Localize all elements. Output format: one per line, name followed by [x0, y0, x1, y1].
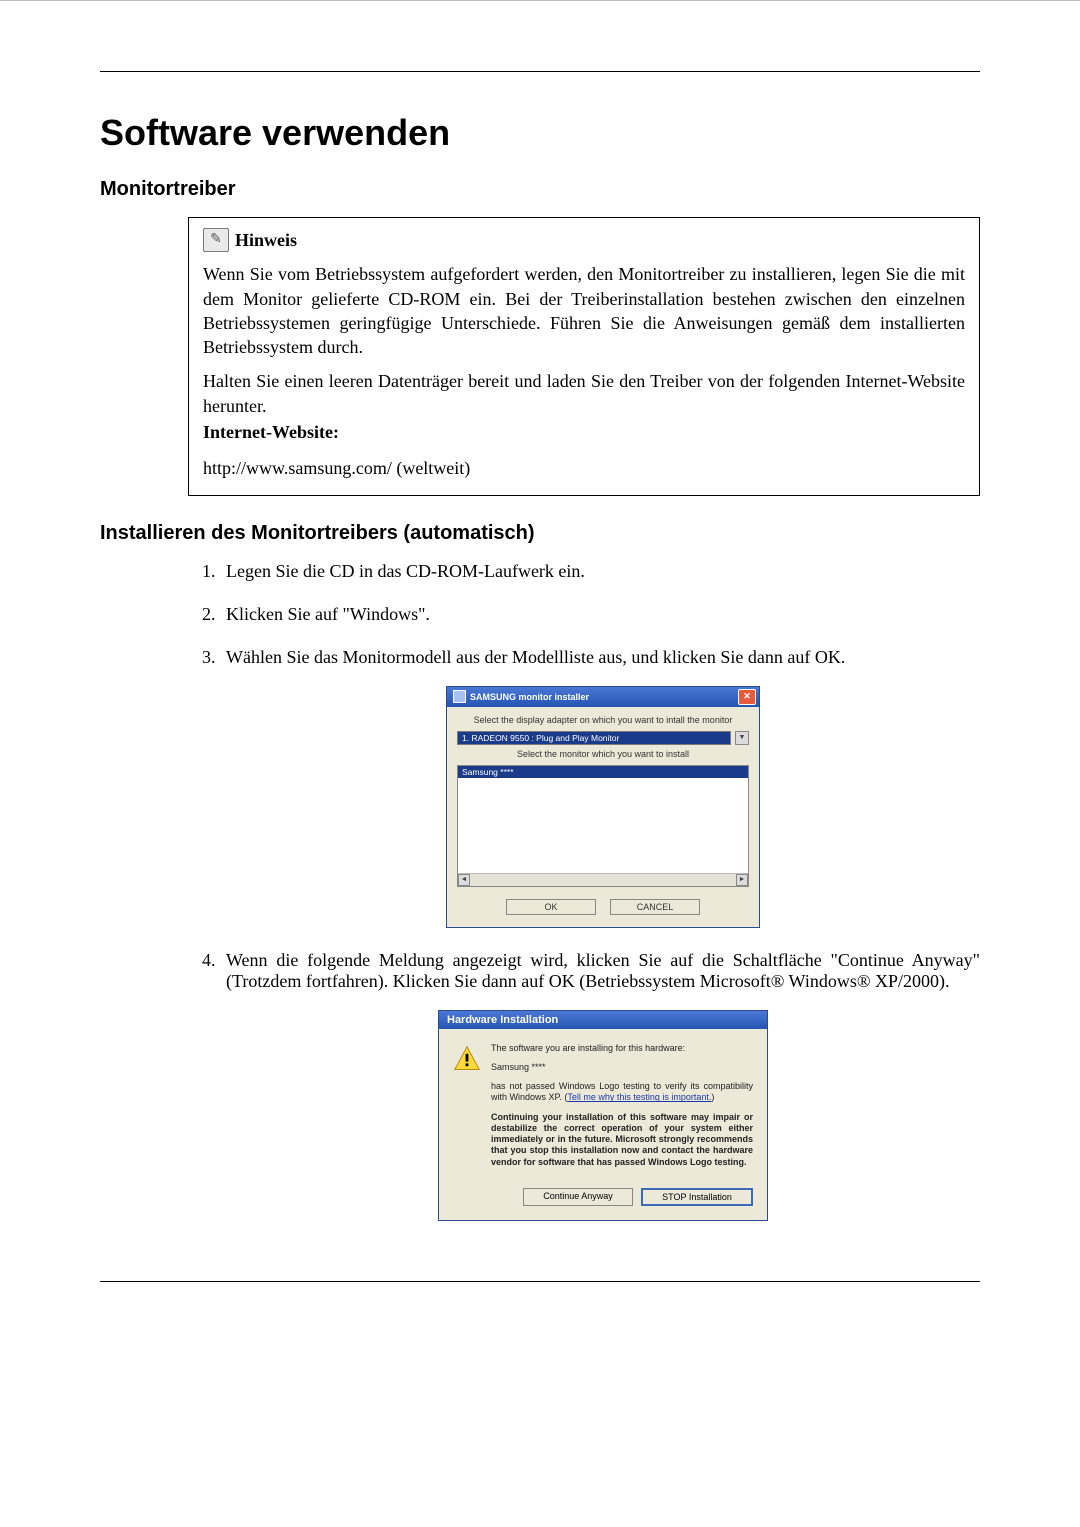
- hw-line-1: The software you are installing for this…: [491, 1043, 753, 1054]
- samsung-dialog-title: SAMSUNG monitor installer: [470, 692, 589, 702]
- note-paragraph-2: Halten Sie einen leeren Datenträger bere…: [203, 369, 965, 418]
- samsung-titlebar: SAMSUNG monitor installer ✕: [447, 687, 759, 707]
- hw-dialog-title: Hardware Installation: [439, 1011, 767, 1029]
- top-rule: [100, 71, 980, 72]
- tell-me-why-link[interactable]: Tell me why this testing is important.: [567, 1092, 711, 1102]
- scroll-left-icon[interactable]: ◄: [458, 874, 470, 886]
- cancel-button[interactable]: CANCEL: [610, 899, 700, 915]
- samsung-app-icon: [453, 690, 466, 703]
- horizontal-scrollbar[interactable]: ◄ ►: [458, 873, 748, 886]
- hw-hardware-name: Samsung ****: [491, 1062, 753, 1073]
- ok-button[interactable]: OK: [506, 899, 596, 915]
- continue-anyway-button[interactable]: Continue Anyway: [523, 1188, 633, 1206]
- internet-website-label: Internet-Website:: [203, 420, 965, 444]
- close-icon[interactable]: ✕: [738, 689, 756, 705]
- samsung-instruction-1: Select the display adapter on which you …: [457, 715, 749, 725]
- samsung-installer-dialog: SAMSUNG monitor installer ✕ Select the d…: [446, 686, 760, 928]
- samsung-instruction-2: Select the monitor which you want to ins…: [457, 749, 749, 759]
- warning-icon: [453, 1045, 481, 1073]
- note-paragraph-1: Wenn Sie vom Betriebssystem aufgefordert…: [203, 262, 965, 359]
- section-install-auto: Installieren des Monitortreibers (automa…: [100, 522, 980, 545]
- internet-website-url: http://www.samsung.com/ (weltweit): [203, 456, 965, 480]
- page-title: Software verwenden: [100, 112, 980, 154]
- step-3-text: Wählen Sie das Monitormodell aus der Mod…: [226, 647, 845, 667]
- note-title: Hinweis: [235, 228, 297, 252]
- monitor-model-list[interactable]: Samsung **** ◄ ►: [457, 765, 749, 887]
- step-2: Klicken Sie auf "Windows".: [220, 604, 980, 625]
- section-monitor-driver: Monitortreiber: [100, 178, 980, 201]
- bottom-rule: [100, 1281, 980, 1282]
- note-box: ✎ Hinweis Wenn Sie vom Betriebssystem au…: [188, 217, 980, 496]
- note-icon: ✎: [203, 228, 229, 252]
- step-1: Legen Sie die CD in das CD-ROM-Laufwerk …: [220, 561, 980, 582]
- step-3: Wählen Sie das Monitormodell aus der Mod…: [220, 647, 980, 928]
- chevron-down-icon[interactable]: ▼: [735, 731, 749, 745]
- step-4-text: Wenn die folgende Meldung angezeigt wird…: [226, 950, 980, 991]
- step-4: Wenn die folgende Meldung angezeigt wird…: [220, 950, 980, 1221]
- scroll-right-icon[interactable]: ►: [736, 874, 748, 886]
- hw-line-2: has not passed Windows Logo testing to v…: [491, 1081, 753, 1104]
- hw-warning-bold: Continuing your installation of this sof…: [491, 1112, 753, 1168]
- display-adapter-select[interactable]: 1. RADEON 9550 : Plug and Play Monitor: [457, 731, 731, 745]
- monitor-list-item-selected[interactable]: Samsung ****: [458, 766, 748, 778]
- stop-installation-button[interactable]: STOP Installation: [641, 1188, 753, 1206]
- hardware-installation-dialog: Hardware Installation The software you a…: [438, 1010, 768, 1221]
